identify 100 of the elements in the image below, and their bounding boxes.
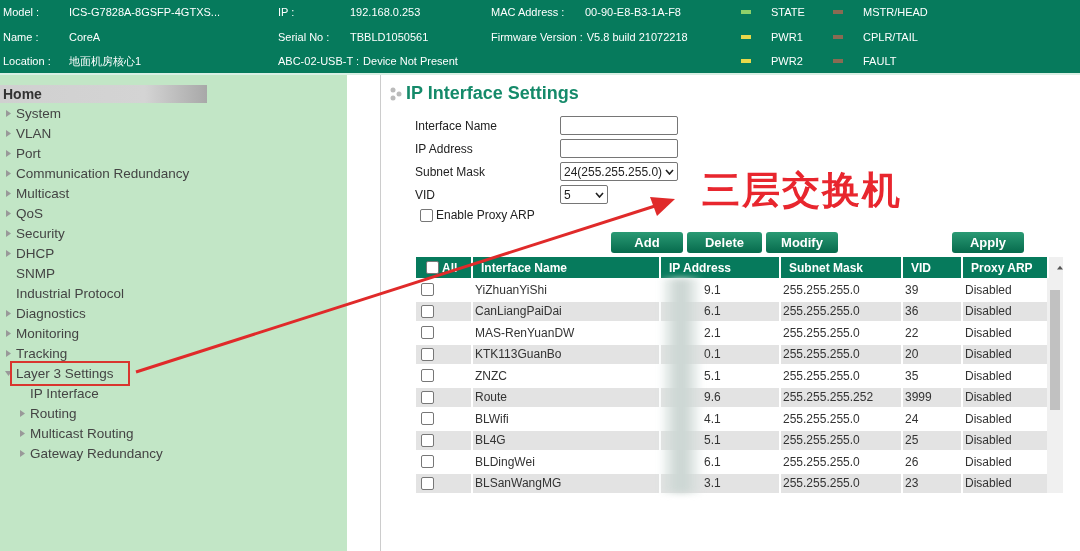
menu-item[interactable]: Routing xyxy=(28,404,79,422)
table-cell: 255.255.255.0 xyxy=(783,282,860,297)
field-value: Device Not Present xyxy=(363,55,458,68)
table-cell: Disabled xyxy=(965,411,1012,426)
table-cell: Disabled xyxy=(965,347,1012,362)
field-label: Firmware Version : xyxy=(491,30,583,43)
home-link[interactable]: Home xyxy=(0,85,207,103)
field-value: CoreA xyxy=(69,30,101,43)
action-button[interactable]: Add xyxy=(611,232,683,253)
menu-item[interactable]: Port xyxy=(14,144,43,162)
action-button[interactable]: Modify xyxy=(766,232,838,253)
table-cell: 20 xyxy=(905,347,919,362)
table-cell: 0.1 xyxy=(704,347,721,362)
row-checkbox[interactable] xyxy=(421,326,434,340)
field-value: ICS-G7828A-8GSFP-4GTXS... xyxy=(69,6,220,19)
table-cell: 255.255.255.0 xyxy=(783,476,860,491)
annotation-text: 三层交换机 xyxy=(702,167,902,214)
field-value: 00-90-E8-B3-1A-F8 xyxy=(585,6,681,19)
menu-item[interactable]: SNMP xyxy=(14,264,57,282)
table-cell: Disabled xyxy=(965,368,1012,383)
select-all-checkbox[interactable] xyxy=(426,261,439,274)
field-value: V5.8 build 21072218 xyxy=(586,30,688,43)
field-label: Serial No : xyxy=(278,30,331,43)
table-cell: 23 xyxy=(905,476,919,491)
dots-icon xyxy=(389,85,403,102)
menu-item[interactable]: Diagnostics xyxy=(14,304,88,322)
table-cell: 22 xyxy=(905,325,919,340)
table-cell: MAS-RenYuanDW xyxy=(475,325,575,340)
menu-item[interactable]: Multicast xyxy=(14,184,72,202)
row-checkbox[interactable] xyxy=(421,476,434,490)
field-label: MAC Address : xyxy=(491,6,566,19)
chevron-icon xyxy=(595,191,604,198)
form-label: Subnet Mask xyxy=(415,164,487,179)
table-cell: BLWifi xyxy=(475,411,509,426)
menu-item[interactable]: Communication Redundancy xyxy=(14,164,192,182)
menu-item[interactable]: Multicast Routing xyxy=(28,424,136,442)
table-cell: Disabled xyxy=(965,325,1012,340)
table-cell: Disabled xyxy=(965,390,1012,405)
row-checkbox[interactable] xyxy=(421,412,434,426)
field-value: TBBLD1050561 xyxy=(350,30,429,43)
menu-item[interactable]: Monitoring xyxy=(14,324,82,342)
table-cell: 9.1 xyxy=(704,282,721,297)
field-value: 192.168.0.253 xyxy=(350,6,421,19)
table-cell: 6.1 xyxy=(704,454,721,469)
led-label: CPLR/TAIL xyxy=(863,30,918,43)
table-cell: BL4G xyxy=(475,433,506,448)
table-cell: 39 xyxy=(905,282,919,297)
led-label: FAULT xyxy=(863,55,897,68)
chevron-icon xyxy=(665,168,674,175)
led-label: MSTR/HEAD xyxy=(863,6,928,19)
scrollbar-thumb[interactable] xyxy=(1050,290,1060,410)
table-cell: CanLiangPaiDai xyxy=(475,304,562,319)
column-header: Interface Name xyxy=(471,257,659,278)
table-cell: 24 xyxy=(905,411,919,426)
row-checkbox[interactable] xyxy=(421,390,434,404)
table-cell: 255.255.255.0 xyxy=(783,304,860,319)
menu-item[interactable]: QoS xyxy=(14,204,45,222)
row-checkbox[interactable] xyxy=(421,455,434,469)
select-field[interactable]: 24(255.255.255.0) xyxy=(560,162,678,181)
menu-item[interactable]: IP Interface xyxy=(28,384,101,402)
row-checkbox[interactable] xyxy=(421,283,434,297)
select-field[interactable]: 5 xyxy=(560,185,608,204)
table-cell: YiZhuanYiShi xyxy=(475,282,547,297)
form-label: Interface Name xyxy=(415,118,499,133)
table-cell: 3999 xyxy=(905,390,932,405)
row-checkbox[interactable] xyxy=(421,369,434,383)
table-cell: 26 xyxy=(905,454,919,469)
form-label: VID xyxy=(415,187,436,202)
field-label: Name : xyxy=(3,30,40,43)
menu-item[interactable]: Tracking xyxy=(14,344,70,362)
input-field[interactable] xyxy=(560,139,678,158)
menu-item[interactable]: Security xyxy=(14,224,67,242)
table-cell: 35 xyxy=(905,368,919,383)
table-cell: BLDingWei xyxy=(475,454,535,469)
page-title: IP Interface Settings xyxy=(406,83,579,104)
table-cell: 255.255.255.0 xyxy=(783,411,860,426)
menu-item[interactable]: Gateway Redundancy xyxy=(28,444,165,462)
table-cell: KTK113GuanBo xyxy=(475,347,562,362)
menu-item[interactable]: System xyxy=(14,104,63,122)
input-field[interactable] xyxy=(560,116,678,135)
table-cell: Disabled xyxy=(965,476,1012,491)
table-cell: 255.255.255.0 xyxy=(783,368,860,383)
column-header: IP Address xyxy=(659,257,779,278)
action-button[interactable]: Delete xyxy=(687,232,762,253)
apply-button[interactable]: Apply xyxy=(952,232,1024,253)
table-cell: 255.255.255.252 xyxy=(783,390,874,405)
table-cell: 255.255.255.0 xyxy=(783,454,860,469)
scroll-up-icon[interactable] xyxy=(1057,265,1063,270)
checkbox[interactable] xyxy=(420,208,433,222)
menu-item[interactable]: VLAN xyxy=(14,124,54,142)
menu-item[interactable]: Industrial Protocol xyxy=(14,284,127,302)
row-checkbox[interactable] xyxy=(421,304,434,318)
table-cell: 2.1 xyxy=(704,325,721,340)
table-cell: BLSanWangMG xyxy=(475,476,562,491)
row-checkbox[interactable] xyxy=(421,433,434,447)
table-cell: 6.1 xyxy=(704,304,721,319)
row-checkbox[interactable] xyxy=(421,347,434,361)
menu-item[interactable]: DHCP xyxy=(14,244,57,262)
table-cell: Disabled xyxy=(965,454,1012,469)
table-cell: 36 xyxy=(905,304,919,319)
